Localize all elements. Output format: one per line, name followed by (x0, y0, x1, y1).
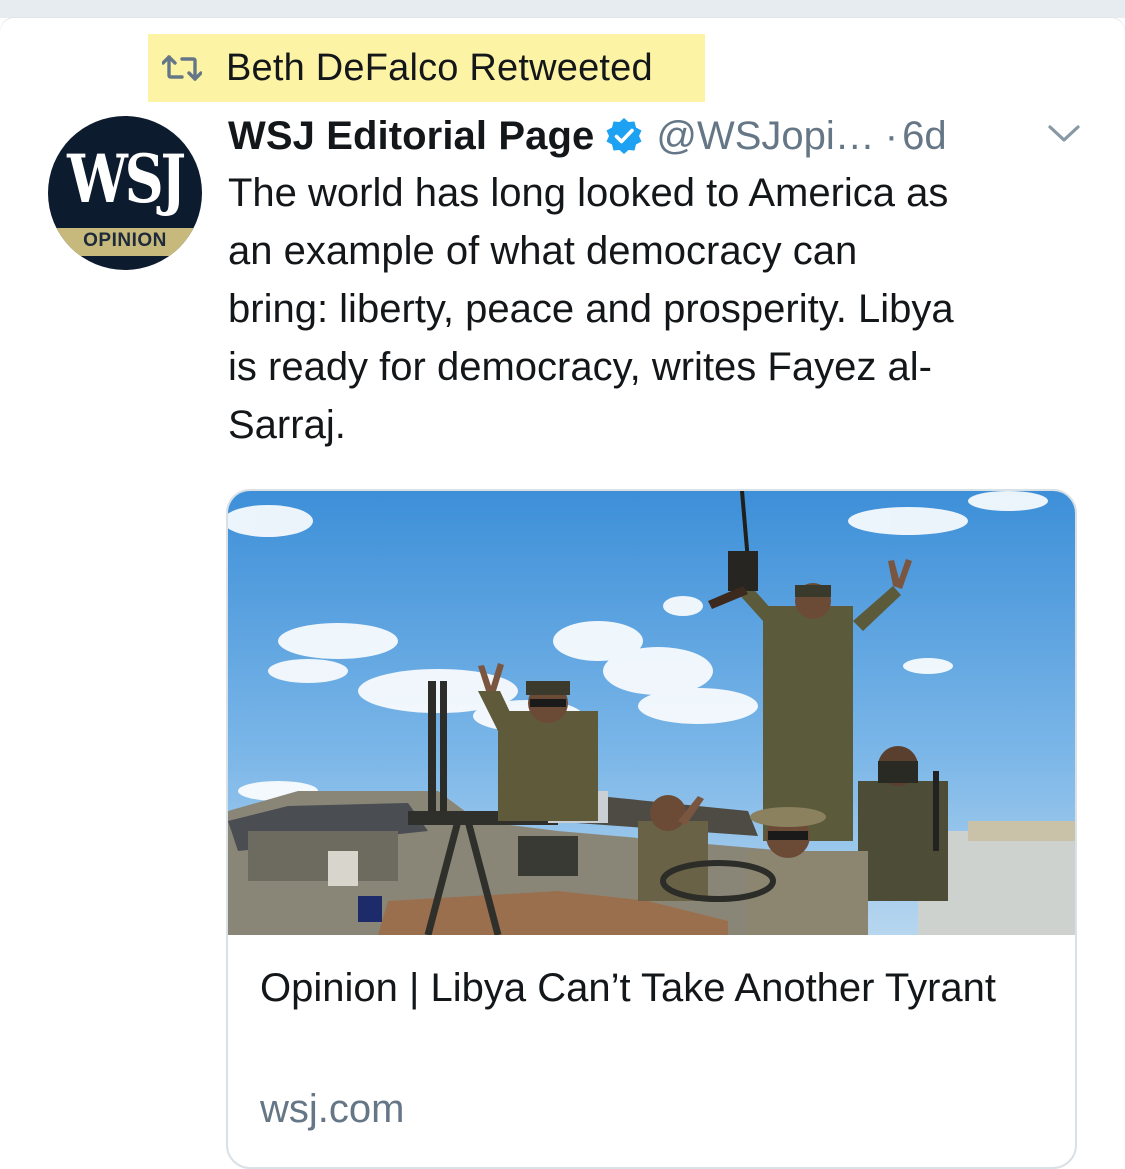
retweet-label: Beth DeFalco Retweeted (226, 46, 653, 89)
verified-badge-icon (604, 116, 644, 156)
tweet-card[interactable]: Beth DeFalco Retweeted WSJ OPINION WSJ E… (0, 18, 1125, 1169)
avatar-logo-text: WSJ (67, 140, 186, 218)
top-divider-edge (1115, 0, 1125, 18)
chevron-down-icon[interactable] (1046, 122, 1082, 146)
link-card-title: Opinion | Libya Can’t Take Another Tyran… (260, 966, 997, 1010)
retweet-context[interactable]: Beth DeFalco Retweeted (148, 34, 705, 102)
link-preview-card[interactable]: Opinion | Libya Can’t Take Another Tyran… (226, 489, 1077, 1169)
tweet-text: The world has long looked to America as … (228, 171, 954, 447)
tweet-timestamp[interactable]: 6d (902, 114, 947, 159)
link-card-domain: wsj.com (260, 1087, 405, 1131)
author-handle[interactable]: @WSJopi… (656, 114, 874, 159)
soldiers-on-truck-photo (228, 491, 1075, 935)
avatar-opinion-text: OPINION (83, 230, 167, 251)
tweet-header: WSJ Editorial Page @WSJopi… · 6d (228, 110, 1088, 162)
top-divider-strip (0, 0, 1125, 18)
avatar[interactable]: WSJ OPINION (48, 116, 202, 270)
retweet-icon (161, 53, 203, 83)
author-name[interactable]: WSJ Editorial Page (228, 114, 594, 159)
header-separator: · (884, 113, 899, 158)
